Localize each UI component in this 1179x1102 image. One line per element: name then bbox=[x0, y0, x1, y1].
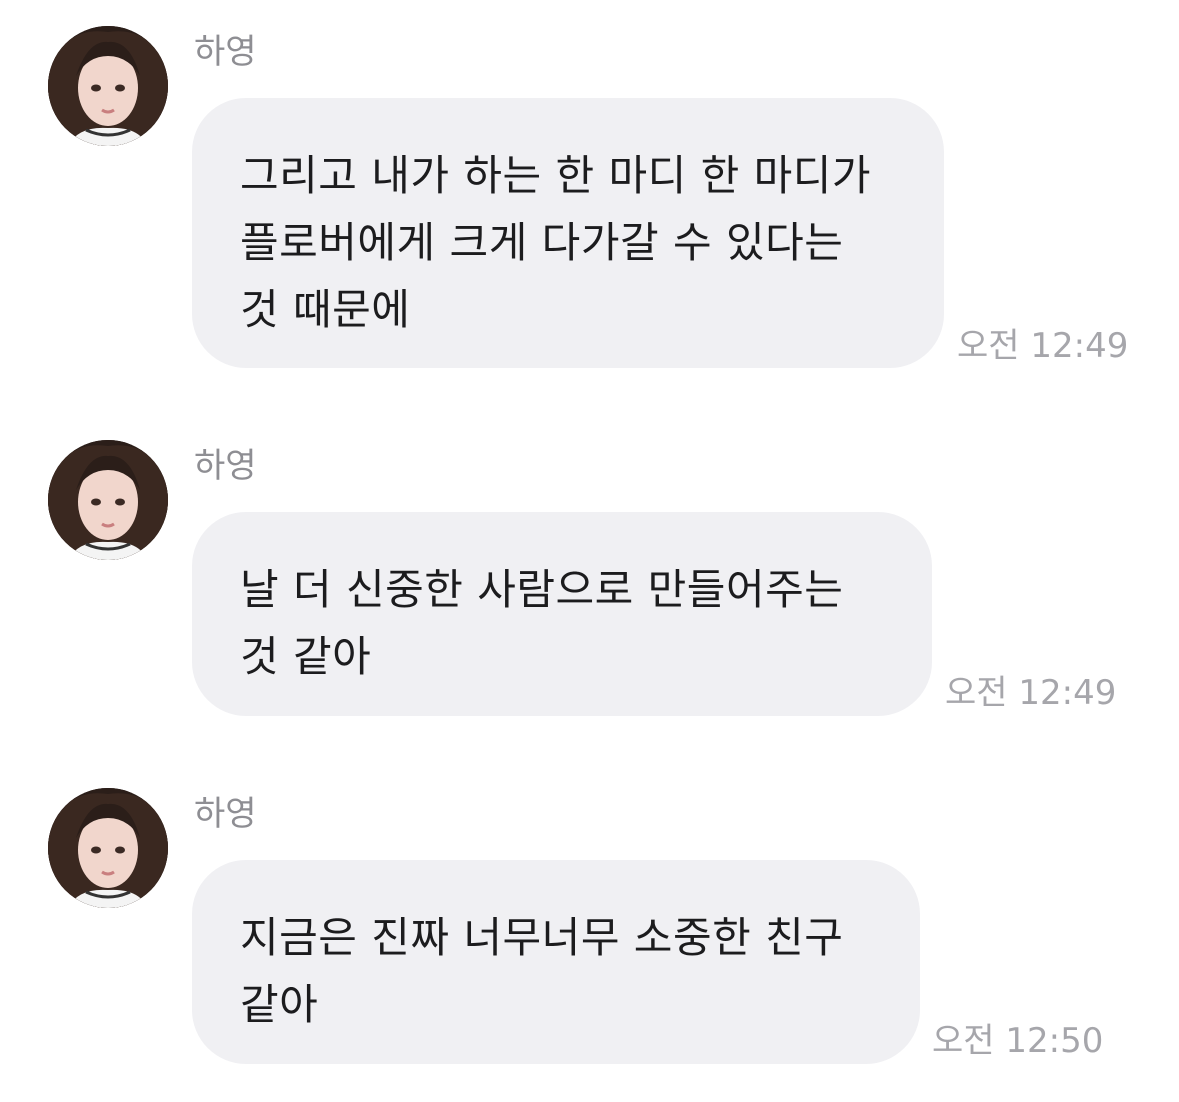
sender-name: 하영 bbox=[194, 446, 257, 486]
message-timestamp: 오전 12:49 bbox=[957, 326, 1129, 366]
message-bubble[interactable]: 날 더 신중한 사람으로 만들어주는 것 같아 bbox=[192, 512, 932, 716]
message-text: 날 더 신중한 사람으로 만들어주는 것 같아 bbox=[240, 565, 844, 681]
message-timestamp: 오전 12:49 bbox=[945, 673, 1117, 713]
avatar[interactable] bbox=[48, 440, 168, 560]
message-bubble[interactable]: 지금은 진짜 너무너무 소중한 친구 같아 bbox=[192, 860, 920, 1064]
message-text: 그리고 내가 하는 한 마디 한 마디가 플로버에게 크게 다가갈 수 있다는 … bbox=[240, 151, 872, 334]
message-text: 지금은 진짜 너무너무 소중한 친구 같아 bbox=[240, 913, 844, 1029]
message-bubble[interactable]: 그리고 내가 하는 한 마디 한 마디가 플로버에게 크게 다가갈 수 있다는 … bbox=[192, 98, 944, 368]
avatar[interactable] bbox=[48, 26, 168, 146]
sender-name: 하영 bbox=[194, 32, 257, 72]
avatar[interactable] bbox=[48, 788, 168, 908]
message-timestamp: 오전 12:50 bbox=[932, 1021, 1104, 1061]
sender-name: 하영 bbox=[194, 794, 257, 834]
